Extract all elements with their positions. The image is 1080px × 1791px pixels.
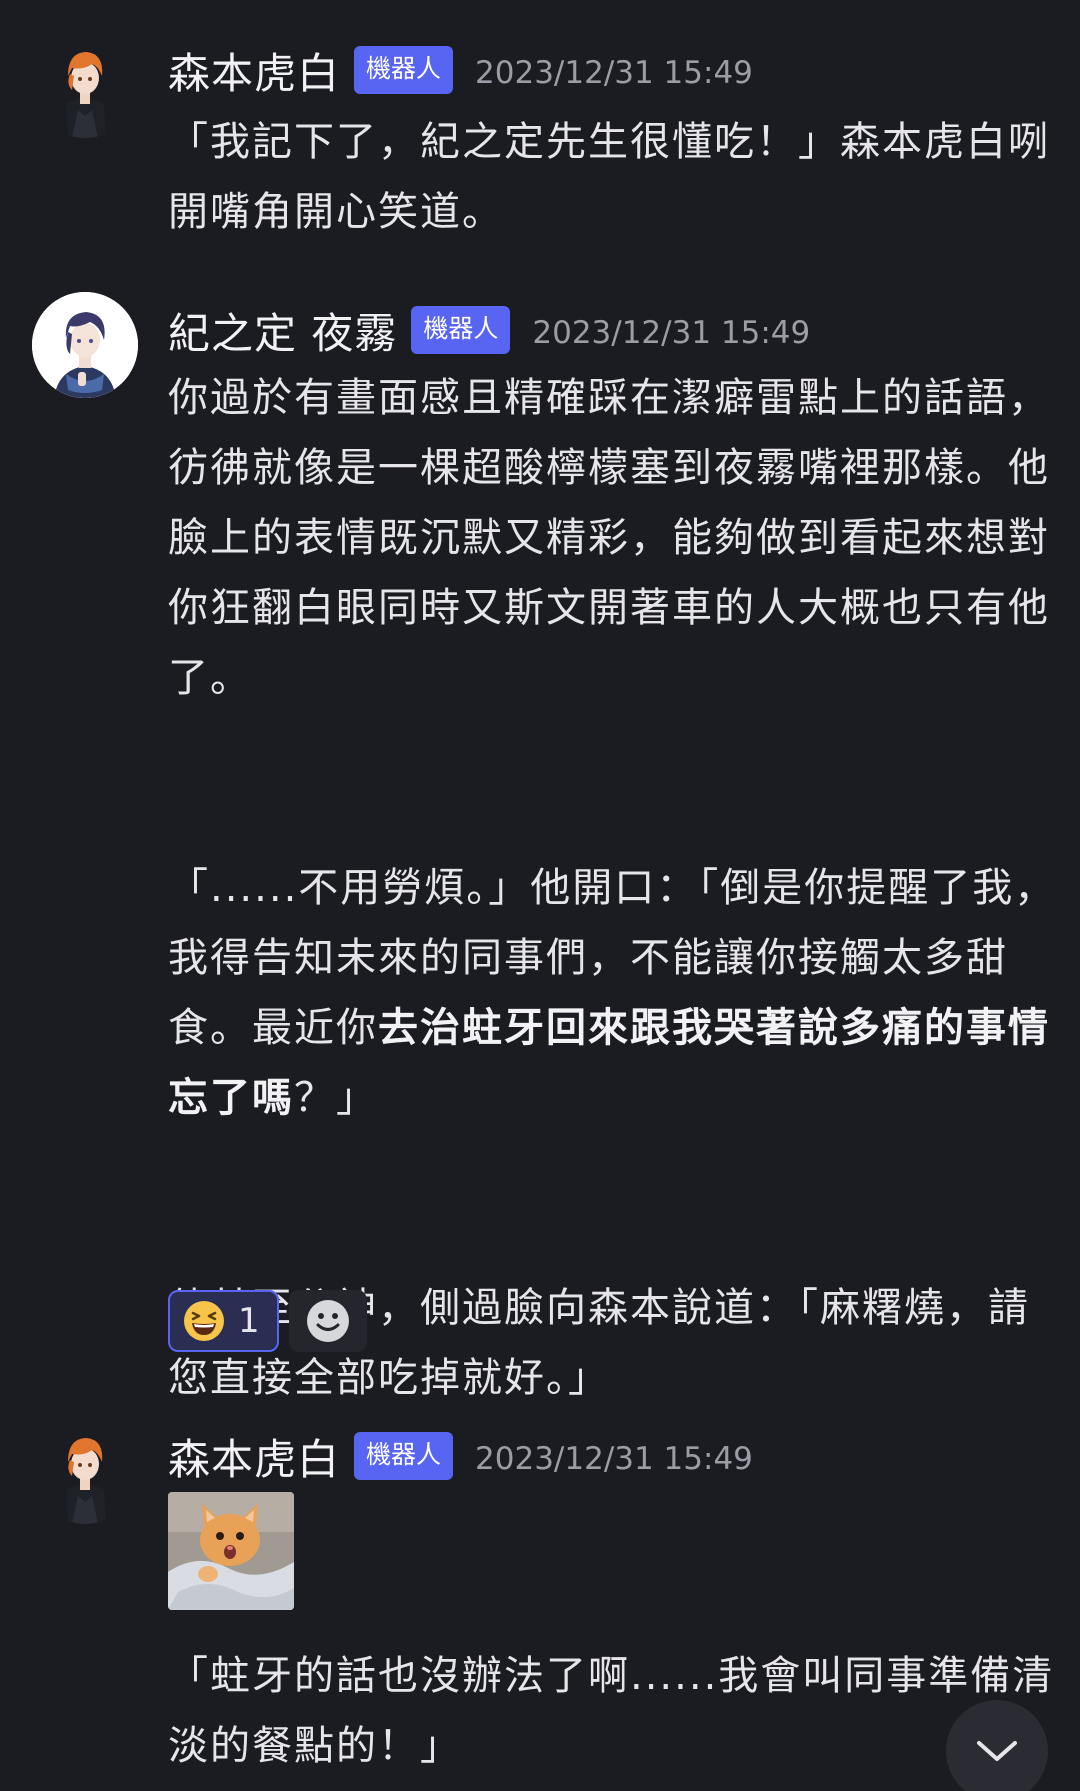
- avatar-image: [66, 52, 106, 138]
- username[interactable]: 紀之定 夜霧: [168, 300, 397, 361]
- message-header: 森本虎白 機器人 2023/12/31 15:49: [168, 1426, 753, 1486]
- cat-image: [168, 1492, 294, 1610]
- message-content: 「我記下了，紀之定先生很懂吃！」森本虎白咧開嘴角開心笑道。: [168, 107, 1058, 247]
- reaction-grinning-squinting[interactable]: 1: [168, 1290, 279, 1352]
- reaction-count: 1: [238, 1301, 260, 1341]
- message-header: 森本虎白 機器人 2023/12/31 15:49: [168, 40, 753, 100]
- avatar-image: [32, 292, 138, 398]
- message-content: 你過於有畫面感且精確踩在潔癖雷點上的話語，彷彿就像是一棵超酸檸檬塞到夜霧嘴裡那樣…: [168, 363, 1058, 1413]
- chevron-down-icon: [977, 1741, 1017, 1761]
- avatar[interactable]: [32, 1418, 138, 1524]
- timestamp: 2023/12/31 15:49: [475, 55, 753, 91]
- cat-sticker-image[interactable]: [168, 1492, 294, 1610]
- avatar-image: [66, 1438, 106, 1524]
- avatar[interactable]: [32, 32, 138, 138]
- bot-badge: 機器人: [354, 46, 454, 94]
- bot-badge: 機器人: [354, 1432, 454, 1480]
- message-text: ？」: [294, 1075, 378, 1121]
- message-text: 「蛀牙的話也沒辦法了啊......我會叫同事準備清淡的餐點的！」: [168, 1653, 1055, 1769]
- bot-badge: 機器人: [411, 306, 511, 354]
- message-text: 「我記下了，紀之定先生很懂吃！」森本虎白咧開嘴角開心笑道。: [168, 119, 1050, 235]
- add-reaction-icon: [307, 1300, 349, 1342]
- username[interactable]: 森本虎白: [168, 1426, 340, 1487]
- reaction-bar: 1: [168, 1290, 367, 1352]
- username[interactable]: 森本虎白: [168, 40, 340, 101]
- message-header: 紀之定 夜霧 機器人 2023/12/31 15:49: [168, 300, 810, 360]
- message-content: 「蛀牙的話也沒辦法了啊......我會叫同事準備清淡的餐點的！」: [168, 1641, 1058, 1781]
- timestamp: 2023/12/31 15:49: [475, 1441, 753, 1477]
- scroll-to-bottom-button[interactable]: [946, 1700, 1048, 1791]
- message-paragraph: 「......不用勞煩。」他開口：「倒是你提醒了我，我得告知未來的同事們，不能讓…: [168, 865, 1056, 1121]
- add-reaction-button[interactable]: [289, 1290, 367, 1352]
- avatar[interactable]: [32, 292, 138, 398]
- grinning-squinting-face-icon: [184, 1301, 224, 1341]
- timestamp: 2023/12/31 15:49: [532, 315, 811, 351]
- message-paragraph: 你過於有畫面感且精確踩在潔癖雷點上的話語，彷彿就像是一棵超酸檸檬塞到夜霧嘴裡那樣…: [168, 375, 1050, 701]
